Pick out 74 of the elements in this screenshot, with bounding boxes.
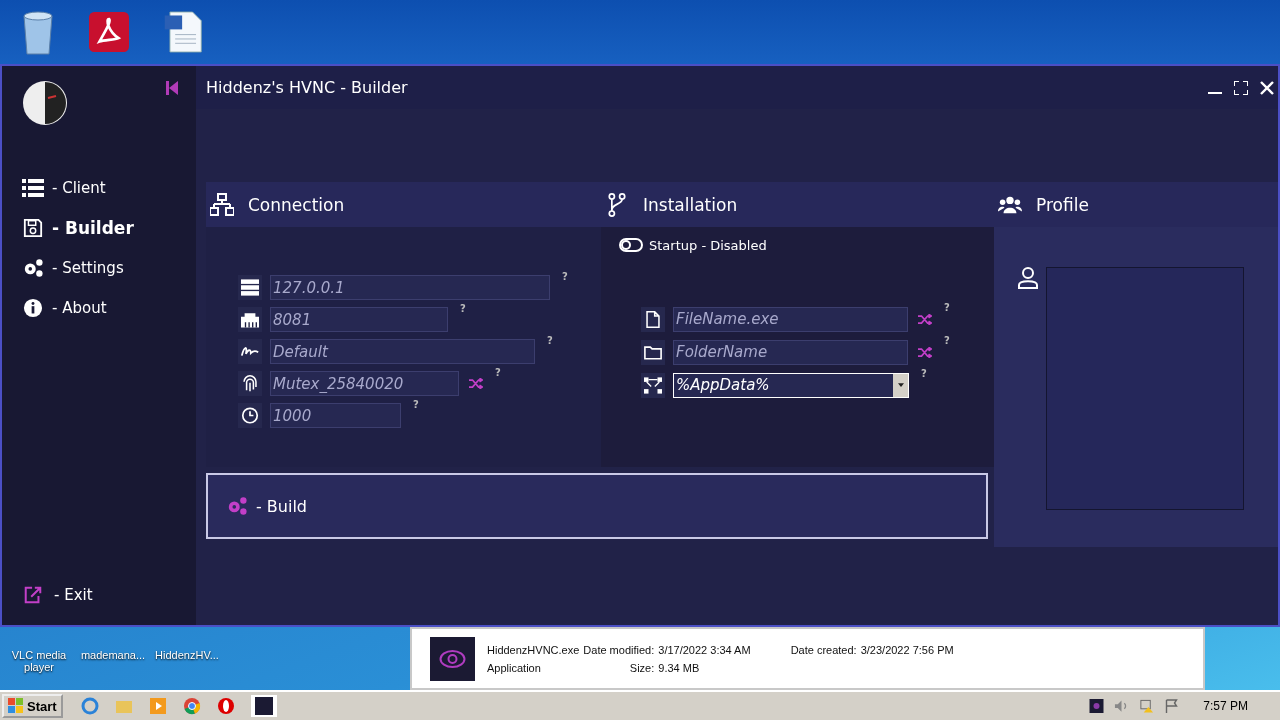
flag-icon[interactable]: [1164, 699, 1180, 713]
input-field[interactable]: Default: [270, 339, 535, 364]
file-type: Application: [487, 661, 542, 674]
section-title: Connection: [248, 194, 345, 215]
floppy-icon: [22, 218, 44, 238]
help-mark[interactable]: ?: [921, 368, 927, 379]
help-mark[interactable]: ?: [944, 335, 950, 346]
app-taskbar-icon[interactable]: [250, 695, 277, 717]
meta-label: Size:: [628, 661, 655, 674]
network-icon: [210, 192, 234, 217]
info-icon: [22, 298, 44, 318]
menu-item[interactable]: - About: [22, 296, 196, 320]
input-field[interactable]: FolderName: [673, 339, 908, 365]
menu-item[interactable]: - Builder: [22, 216, 196, 240]
menu-item[interactable]: - Settings: [22, 256, 196, 280]
meta-value: 9.34 MB: [658, 661, 701, 674]
network-tray-icon[interactable]: [1139, 699, 1155, 713]
media-player-icon[interactable]: [148, 697, 167, 715]
server-icon: [241, 279, 259, 296]
app-icon: [430, 636, 475, 681]
help-mark[interactable]: ?: [562, 271, 568, 282]
branch-icon: [605, 192, 629, 217]
word-document-icon[interactable]: [163, 8, 203, 56]
toggle-off-icon: [619, 238, 643, 252]
window-title: Hiddenz's HVNC - Builder: [206, 78, 408, 97]
collapse-icon[interactable]: [166, 80, 178, 95]
opera-icon[interactable]: [216, 697, 235, 715]
build-button[interactable]: - Build: [206, 473, 988, 539]
input-field[interactable]: 127.0.0.1: [270, 275, 550, 300]
close-icon[interactable]: [1260, 80, 1274, 95]
shuffle-icon[interactable]: [918, 346, 932, 358]
clock-icon: [241, 407, 259, 424]
input-field[interactable]: 8081: [270, 307, 448, 332]
fingerprint-icon: [241, 375, 259, 392]
dropdown[interactable]: %AppData%: [673, 372, 909, 398]
chrome-icon[interactable]: [182, 697, 201, 715]
exit-icon: [22, 585, 44, 605]
user-icon: [1018, 267, 1038, 289]
section-title: Installation: [643, 194, 738, 215]
meta-value: 3/23/2022 7:56 PM: [860, 643, 954, 656]
shuffle-icon[interactable]: [918, 313, 932, 325]
maximize-icon[interactable]: [1234, 80, 1248, 95]
menu-item[interactable]: - Client: [22, 176, 196, 200]
input-field[interactable]: 1000: [270, 403, 401, 428]
desktop-icon-label[interactable]: VLC media player: [10, 649, 68, 690]
help-mark[interactable]: ?: [495, 367, 501, 378]
nodes-icon: [644, 376, 662, 394]
logo-icon: [22, 80, 68, 126]
help-mark[interactable]: ?: [413, 399, 419, 410]
desktop-icon-label[interactable]: HiddenzHV...: [155, 649, 219, 690]
windows-logo-icon: [8, 698, 24, 714]
list-icon: [22, 178, 44, 198]
desktop-icon-label[interactable]: mademana...: [80, 649, 146, 690]
browser-icon[interactable]: [80, 697, 99, 715]
folder-icon: [644, 343, 662, 361]
section-title: Profile: [1036, 194, 1089, 215]
clock: 7:57 PM: [1203, 699, 1248, 713]
exit-button[interactable]: - Exit: [22, 585, 196, 605]
file-name: HiddenzHVNC.exe: [487, 643, 580, 656]
input-field[interactable]: FileName.exe: [673, 306, 908, 332]
help-mark[interactable]: ?: [460, 303, 466, 314]
help-mark[interactable]: ?: [547, 335, 553, 346]
meta-label: Date modified:: [583, 643, 655, 656]
file-icon: [644, 310, 662, 328]
ethernet-icon: [241, 311, 259, 328]
meta-value: 3/17/2022 3:34 AM: [658, 643, 751, 656]
help-mark[interactable]: ?: [944, 302, 950, 313]
start-button[interactable]: Start: [2, 694, 63, 718]
meta-label: Date created:: [790, 643, 857, 656]
input-field[interactable]: Mutex_25840020: [270, 371, 459, 396]
startup-toggle[interactable]: Startup - Disabled: [619, 235, 994, 255]
caret-icon: [897, 383, 904, 387]
shuffle-icon[interactable]: [469, 378, 483, 389]
app-tray-icon[interactable]: [1089, 699, 1105, 713]
